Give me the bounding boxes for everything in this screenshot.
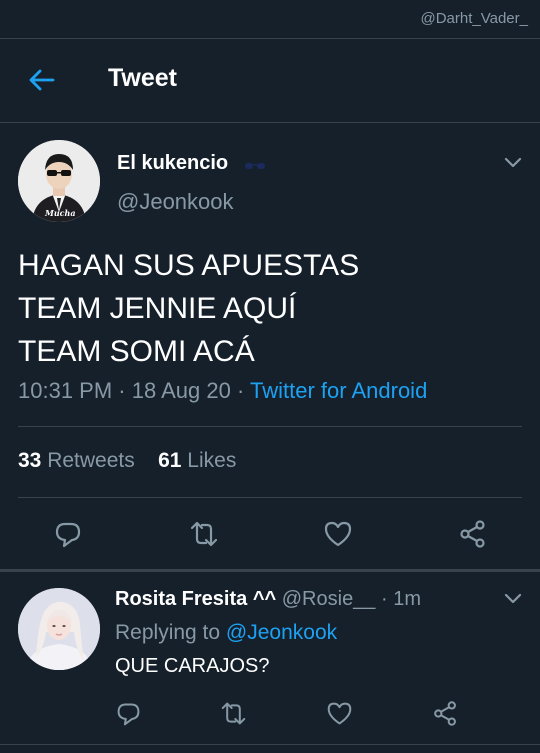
header: Tweet: [0, 38, 540, 122]
replying-to-link[interactable]: @Jeonkook: [226, 621, 337, 644]
author-name[interactable]: El kukencio: [117, 152, 228, 175]
tweet-text: HAGAN SUS APUESTAS TEAM JENNIE AQUÍ TEAM…: [18, 244, 359, 373]
meta-separator: ·: [230, 378, 250, 403]
share-icon[interactable]: [458, 519, 488, 549]
divider: [18, 426, 522, 427]
reply-icon[interactable]: [115, 700, 142, 727]
reply-time: · 1m: [381, 588, 421, 610]
tweet-date: 18 Aug 20: [131, 378, 231, 403]
retweets-stat[interactable]: 33 Retweets: [18, 449, 135, 472]
avatar-caption: Mucha: [45, 208, 76, 218]
sunglasses-emoji-icon: [244, 158, 266, 176]
back-arrow-icon[interactable]: [26, 64, 58, 96]
like-icon[interactable]: [326, 700, 353, 727]
reply-author-name[interactable]: Rosita Fresita ^^: [115, 588, 276, 610]
replying-to: Replying to @Jeonkook: [115, 621, 337, 645]
author-avatar[interactable]: Mucha: [18, 140, 100, 222]
retweet-icon[interactable]: [189, 519, 219, 549]
retweet-count: 33: [18, 449, 42, 472]
tweet-line: HAGAN SUS APUESTAS: [18, 249, 360, 282]
share-icon[interactable]: [432, 700, 459, 727]
tweet-time: 10:31 PM: [18, 378, 113, 403]
likes-stat[interactable]: 61 Likes: [158, 449, 236, 472]
replying-label: Replying to: [115, 621, 221, 644]
divider: [0, 744, 540, 745]
section-divider: [0, 569, 540, 572]
chevron-down-icon[interactable]: [503, 592, 523, 606]
divider: [18, 497, 522, 498]
like-icon[interactable]: [323, 519, 353, 549]
reply-author-avatar[interactable]: [18, 588, 100, 670]
chevron-down-icon[interactable]: [503, 156, 523, 170]
watermark: @Darht_Vader_: [420, 10, 528, 27]
tweet-line: TEAM SOMI ACÁ: [18, 335, 255, 368]
reply-header: Rosita Fresita ^^ @Rosie__ · 1m: [115, 588, 421, 611]
like-count: 61: [158, 449, 182, 472]
tweet-stats: 33 Retweets 61 Likes: [18, 449, 236, 473]
meta-separator: ·: [112, 378, 132, 403]
header-divider: [0, 122, 540, 123]
retweet-label: Retweets: [47, 449, 135, 472]
tweet-line: TEAM JENNIE AQUÍ: [18, 292, 297, 325]
reply-text: QUE CARAJOS?: [115, 655, 270, 677]
retweet-icon[interactable]: [220, 700, 247, 727]
tweet-source-link[interactable]: Twitter for Android: [250, 378, 427, 403]
author-handle[interactable]: @Jeonkook: [117, 189, 234, 215]
reply-author-handle[interactable]: @Rosie__: [282, 588, 376, 610]
reply-icon[interactable]: [53, 519, 83, 549]
like-label: Likes: [187, 449, 237, 472]
tweet-meta: 10:31 PM · 18 Aug 20 · Twitter for Andro…: [18, 378, 427, 404]
page-title: Tweet: [108, 64, 177, 92]
